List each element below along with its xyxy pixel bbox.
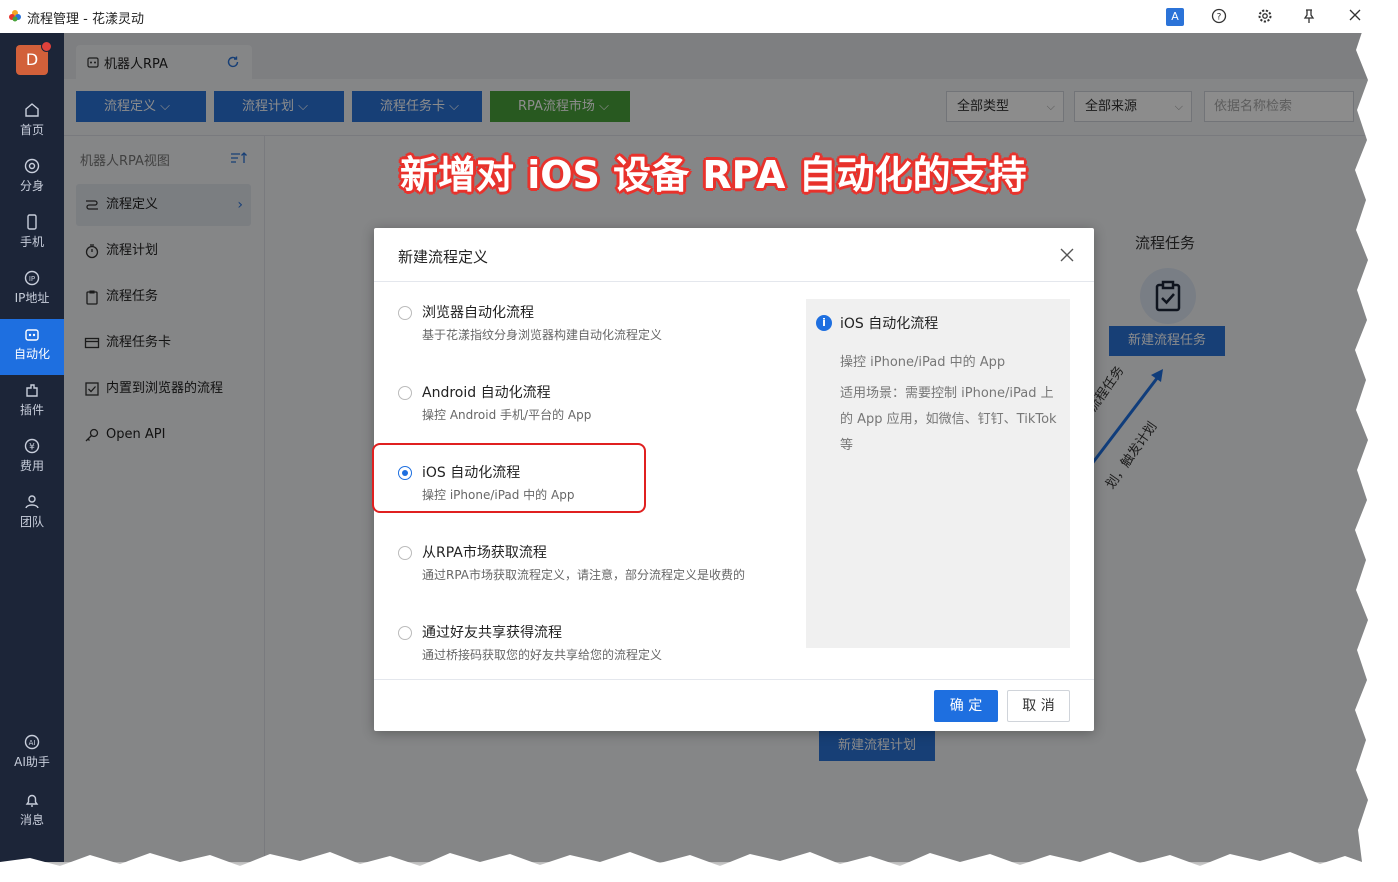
torn-edge-decoration — [0, 0, 1398, 882]
